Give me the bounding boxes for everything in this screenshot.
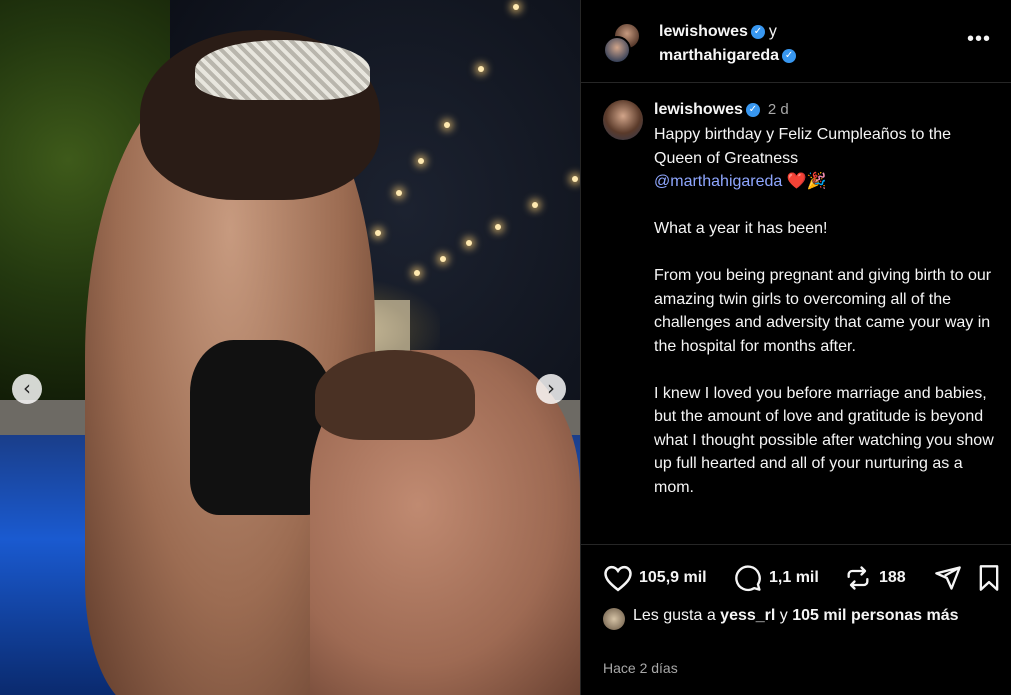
- action-bar: 105,9 mil 1,1 mil 188: [581, 556, 1011, 600]
- post-sidebar: lewishowes ✓ y marthahigareda ✓ ••• lewisho…: [580, 0, 1011, 695]
- carousel-next-button[interactable]: ›: [536, 374, 566, 404]
- avatar: [603, 36, 631, 64]
- headband: [195, 40, 370, 100]
- light-bulb: [414, 270, 420, 276]
- more-options-icon[interactable]: •••: [967, 28, 991, 51]
- collab-avatars[interactable]: [603, 22, 641, 64]
- comment-icon: [735, 565, 761, 592]
- light-bulb: [478, 66, 484, 72]
- post-caption-area: lewishowes ✓ 2 d Happy birthday y Feliz Cu…: [581, 82, 1011, 545]
- light-bulb: [375, 230, 381, 236]
- light-bulb: [396, 190, 402, 196]
- caption-username[interactable]: lewishowes: [654, 101, 743, 118]
- liked-by-others[interactable]: 105 mil personas más: [792, 607, 958, 624]
- save-button[interactable]: [977, 564, 1007, 592]
- collab-usernames: lewishowes ✓ y marthahigareda ✓: [659, 20, 797, 68]
- caption-author: lewishowes ✓ 2 d: [654, 101, 789, 119]
- caption-text: Happy birthday y Feliz Cumpleaños to the…: [654, 123, 999, 499]
- share-button[interactable]: [933, 564, 969, 592]
- like-button[interactable]: 105,9 mil: [603, 564, 707, 592]
- heart-icon: [604, 565, 632, 592]
- verified-icon: ✓: [750, 24, 765, 39]
- light-bulb: [572, 176, 578, 182]
- verified-icon: ✓: [782, 48, 797, 63]
- post-header: lewishowes ✓ y marthahigareda ✓ •••: [581, 0, 1011, 83]
- reposts-count: 188: [879, 569, 906, 586]
- carousel-prev-button[interactable]: ‹: [12, 374, 42, 404]
- caption-line: Happy birthday y Feliz Cumpleaños to the…: [654, 126, 952, 167]
- light-bulb: [444, 122, 450, 128]
- light-bulb: [513, 4, 519, 10]
- caption-emoji: ❤️🎉: [782, 173, 827, 190]
- liked-by-prefix: Les gusta a: [633, 607, 721, 624]
- header-username-1[interactable]: lewishowes: [659, 23, 748, 40]
- liked-by-joiner: y: [775, 607, 793, 624]
- avatar: [603, 608, 625, 630]
- likes-count: 105,9 mil: [639, 569, 707, 586]
- light-bulb: [495, 224, 501, 230]
- light-bulb: [532, 202, 538, 208]
- post-photo[interactable]: ‹ ›: [0, 0, 580, 695]
- post-timestamp[interactable]: Hace 2 días: [603, 660, 678, 676]
- caption-mention[interactable]: @marthahigareda: [654, 173, 782, 190]
- light-bulb: [466, 240, 472, 246]
- liked-by-text[interactable]: Les gusta a yess_rl y 105 mil personas m…: [633, 605, 993, 627]
- share-icon: [935, 566, 961, 590]
- post-viewer: ‹ › lewishowes ✓ y marthahigareda ✓ ••• lew: [0, 0, 1011, 695]
- light-bulb: [440, 256, 446, 262]
- light-bulb: [418, 158, 424, 164]
- header-joiner: y: [768, 23, 777, 40]
- comment-button[interactable]: 1,1 mil: [733, 564, 819, 592]
- bookmark-icon: [979, 565, 999, 591]
- repost-button[interactable]: 188: [843, 564, 906, 592]
- avatar[interactable]: [603, 100, 643, 140]
- post-time[interactable]: 2 d: [768, 101, 789, 118]
- liked-by-user[interactable]: yess_rl: [720, 607, 775, 624]
- repost-icon: [847, 566, 869, 590]
- header-username-2[interactable]: marthahigareda: [659, 47, 779, 64]
- man-hair: [315, 350, 475, 440]
- comments-count: 1,1 mil: [769, 569, 819, 586]
- verified-icon: ✓: [745, 102, 760, 117]
- caption-body: What a year it has been! From you being …: [654, 220, 994, 496]
